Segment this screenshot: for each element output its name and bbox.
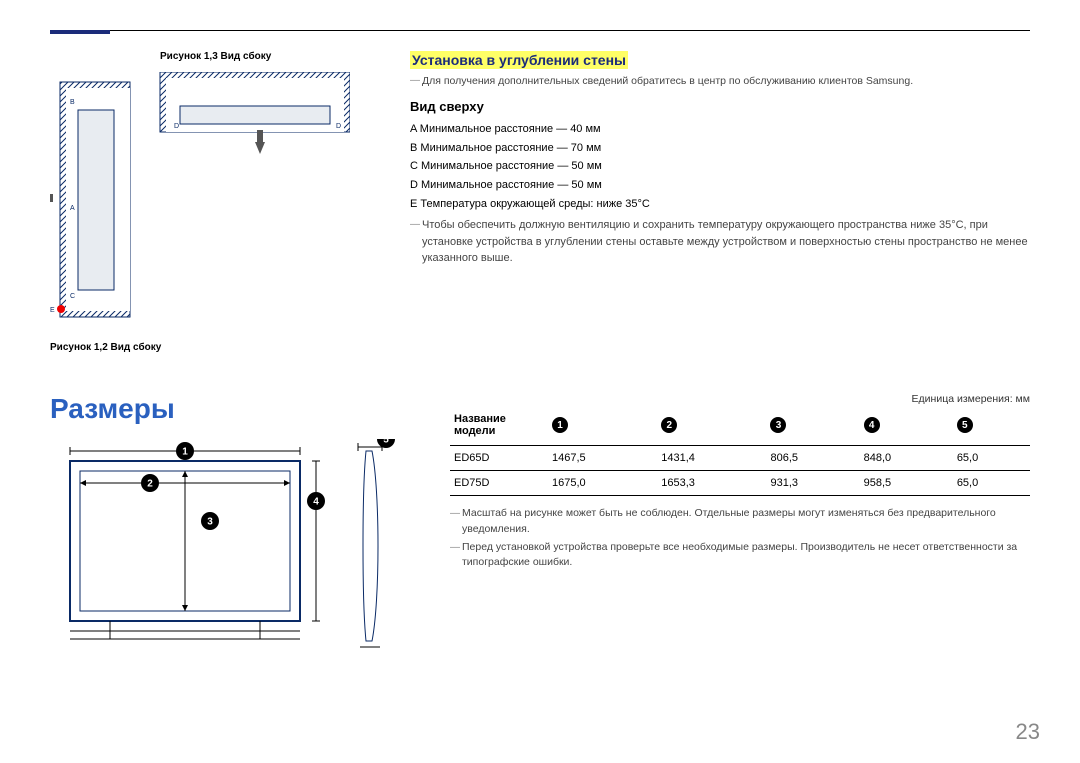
label-a: A bbox=[410, 123, 417, 135]
figure-caption-13: Рисунок 1,3 Вид сбоку bbox=[160, 51, 350, 62]
col-model: Название модели bbox=[450, 407, 548, 446]
dim-marker-3: 3 bbox=[201, 512, 219, 530]
unit-note: Единица измерения: мм bbox=[450, 393, 1030, 405]
svg-text:D: D bbox=[336, 123, 341, 130]
label-e: E bbox=[410, 198, 417, 210]
dim-marker-1: 1 bbox=[176, 442, 194, 460]
page-number: 23 bbox=[1016, 719, 1040, 745]
header-accent bbox=[50, 30, 110, 34]
table-row: ED75D 1675,0 1653,3 931,3 958,5 65,0 bbox=[450, 471, 1030, 496]
svg-text:4: 4 bbox=[313, 497, 319, 508]
circle-1-icon: 1 bbox=[552, 417, 568, 433]
svg-text:3: 3 bbox=[207, 517, 213, 528]
svg-text:1: 1 bbox=[182, 447, 188, 458]
circle-5-icon: 5 bbox=[957, 417, 973, 433]
table-row: ED65D 1467,5 1431,4 806,5 848,0 65,0 bbox=[450, 446, 1030, 471]
svg-text:E: E bbox=[50, 307, 55, 314]
wall-recess-heading: Установка в углублении стены bbox=[410, 51, 628, 69]
check-dimensions-note: Перед установкой устройства проверьте вс… bbox=[450, 540, 1030, 572]
dimensions-title: Размеры bbox=[50, 393, 410, 425]
scale-note: Масштаб на рисунке может быть не соблюде… bbox=[450, 506, 1030, 538]
col-4: 4 bbox=[860, 407, 953, 446]
ventilation-note: Чтобы обеспечить должную вентиляцию и со… bbox=[410, 217, 1030, 267]
dim-marker-2: 2 bbox=[141, 474, 159, 492]
label-d: D bbox=[410, 179, 418, 191]
svg-text:C: C bbox=[70, 293, 75, 300]
svg-text:5: 5 bbox=[383, 439, 389, 446]
figure-caption-12: Рисунок 1,2 Вид сбоку bbox=[50, 342, 350, 353]
col-1: 1 bbox=[548, 407, 657, 446]
figure-side-view-top: D D B A C bbox=[50, 72, 350, 332]
distance-list: A Минимальное расстояние — 40 мм B Миним… bbox=[410, 120, 1030, 213]
col-3: 3 bbox=[766, 407, 859, 446]
col-5: 5 bbox=[953, 407, 1030, 446]
circle-3-icon: 3 bbox=[770, 417, 786, 433]
dimensions-table: Название модели 1 2 3 4 5 ED65D 1467,5 1… bbox=[450, 407, 1030, 496]
contact-note: Для получения дополнительных сведений об… bbox=[410, 75, 1030, 87]
label-b: B bbox=[410, 142, 417, 154]
label-c: C bbox=[410, 160, 418, 172]
col-2: 2 bbox=[657, 407, 766, 446]
dimensions-diagram: 1 2 3 4 bbox=[50, 439, 410, 659]
svg-text:A: A bbox=[70, 205, 75, 212]
svg-text:B: B bbox=[70, 99, 75, 106]
circle-2-icon: 2 bbox=[661, 417, 677, 433]
dim-marker-4: 4 bbox=[307, 492, 325, 510]
svg-text:2: 2 bbox=[147, 479, 153, 490]
top-view-title: Вид сверху bbox=[410, 99, 1030, 114]
svg-text:D: D bbox=[174, 123, 179, 130]
circle-4-icon: 4 bbox=[864, 417, 880, 433]
